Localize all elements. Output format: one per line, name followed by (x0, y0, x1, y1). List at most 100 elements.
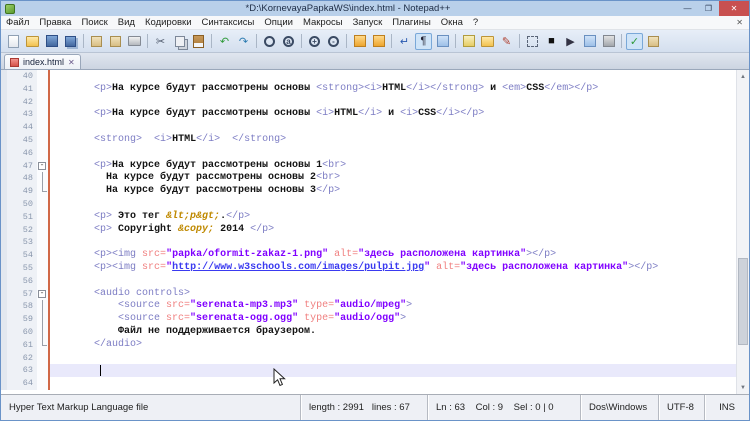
maximize-button[interactable]: ❐ (698, 1, 719, 16)
panel-icon[interactable] (645, 33, 662, 50)
paste-icon[interactable] (190, 33, 207, 50)
fold-margin[interactable] (37, 364, 48, 377)
line-number[interactable]: 45 (7, 134, 37, 147)
replace-icon[interactable]: a (280, 33, 297, 50)
code-line[interactable]: 57- <audio controls> (1, 288, 736, 301)
line-number[interactable]: 50 (7, 198, 37, 211)
record-macro-icon[interactable] (524, 33, 541, 50)
copy-icon[interactable] (171, 33, 188, 50)
show-all-chars-icon[interactable]: ¶ (415, 33, 432, 50)
menu-item-settings[interactable]: Опции (259, 16, 298, 29)
fold-margin[interactable] (37, 275, 48, 288)
code-line[interactable]: 53 (1, 236, 736, 249)
fold-margin[interactable] (37, 377, 48, 390)
menu-item-macro[interactable]: Макросы (298, 16, 348, 29)
code-text[interactable] (50, 198, 736, 211)
indent-guide-icon[interactable] (434, 33, 451, 50)
fold-margin[interactable] (37, 352, 48, 365)
fold-margin[interactable] (37, 198, 48, 211)
code-text[interactable]: На курсе будут рассмотрены основы 2<br> (50, 172, 736, 185)
code-line[interactable]: 50 (1, 198, 736, 211)
line-number[interactable]: 51 (7, 211, 37, 224)
line-number[interactable]: 63 (7, 364, 37, 377)
code-text[interactable]: <p><img src="papka/oformit-zakaz-1.png" … (50, 249, 736, 262)
menu-item-plugins[interactable]: Плагины (387, 16, 436, 29)
code-text[interactable]: <audio controls> (50, 288, 736, 301)
code-line[interactable]: 60 Файл не поддерживается браузером. (1, 326, 736, 339)
code-line[interactable]: 41 <p>На курсе будут рассмотрены основы … (1, 83, 736, 96)
line-number[interactable]: 48 (7, 172, 37, 185)
fold-margin[interactable]: - (37, 288, 48, 301)
zoom-out-icon[interactable]: - (325, 33, 342, 50)
fold-margin[interactable] (37, 326, 48, 339)
code-text[interactable]: <p> Copyright &copy; 2014 </p> (50, 224, 736, 237)
code-line[interactable]: 40 (1, 70, 736, 83)
save-macro-icon[interactable] (581, 33, 598, 50)
code-text[interactable] (50, 121, 736, 134)
code-line[interactable]: 56 (1, 275, 736, 288)
code-text[interactable] (50, 96, 736, 109)
code-text[interactable] (50, 275, 736, 288)
code-line[interactable]: 55 <p><img src="http://www.w3schools.com… (1, 262, 736, 275)
play-macro-icon[interactable]: ▶ (562, 33, 579, 50)
fold-margin[interactable] (37, 172, 48, 185)
code-line[interactable]: 51 <p> Это тег &lt;p&gt;.</p> (1, 211, 736, 224)
fold-margin[interactable] (37, 147, 48, 160)
fold-margin[interactable] (37, 313, 48, 326)
close-all-icon[interactable] (107, 33, 124, 50)
code-text[interactable] (50, 236, 736, 249)
line-number[interactable]: 58 (7, 300, 37, 313)
new-file-icon[interactable] (5, 33, 22, 50)
open-file-icon[interactable] (24, 33, 41, 50)
code-text[interactable] (50, 70, 736, 83)
line-number[interactable]: 57 (7, 288, 37, 301)
line-number[interactable]: 43 (7, 108, 37, 121)
menu-item-run[interactable]: Запуск (348, 16, 388, 29)
editor-area[interactable]: 4041 <p>На курсе будут рассмотрены основ… (1, 70, 749, 394)
line-number[interactable]: 41 (7, 83, 37, 96)
function-list-icon[interactable]: ✎ (498, 33, 515, 50)
line-number[interactable]: 52 (7, 224, 37, 237)
code-text[interactable]: На курсе будут рассмотрены основы 3</p> (50, 185, 736, 198)
menu-item-search[interactable]: Поиск (76, 16, 112, 29)
spell-check-icon[interactable]: ✓ (626, 33, 643, 50)
tab-close-icon[interactable]: ✕ (68, 58, 75, 67)
code-text[interactable]: </audio> (50, 339, 736, 352)
code-line[interactable]: 64 (1, 377, 736, 390)
code-line[interactable]: 46 (1, 147, 736, 160)
close-icon[interactable] (88, 33, 105, 50)
vertical-scrollbar[interactable]: ▲ ▼ (736, 70, 749, 394)
code-text[interactable] (50, 147, 736, 160)
code-text[interactable]: Файл не поддерживается браузером. (50, 326, 736, 339)
print-icon[interactable] (126, 33, 143, 50)
code-text[interactable]: <p>На курсе будут рассмотрены основы 1<b… (50, 160, 736, 173)
code-text[interactable]: <p><img src="http://www.w3schools.com/im… (50, 262, 736, 275)
line-number[interactable]: 54 (7, 249, 37, 262)
line-number[interactable]: 53 (7, 236, 37, 249)
fold-margin[interactable] (37, 211, 48, 224)
code-line[interactable]: 44 (1, 121, 736, 134)
line-number[interactable]: 62 (7, 352, 37, 365)
save-all-icon[interactable] (62, 33, 79, 50)
line-number[interactable]: 49 (7, 185, 37, 198)
sync-horizontal-icon[interactable] (370, 33, 387, 50)
fold-collapse-icon[interactable]: - (38, 290, 46, 298)
fold-margin[interactable] (37, 249, 48, 262)
line-number[interactable]: 60 (7, 326, 37, 339)
code-line[interactable]: 42 (1, 96, 736, 109)
line-number[interactable]: 44 (7, 121, 37, 134)
fold-collapse-icon[interactable]: - (38, 162, 46, 170)
menu-item-edit[interactable]: Правка (34, 16, 76, 29)
code-line[interactable]: 58 <source src="serenata-mp3.mp3" type="… (1, 300, 736, 313)
fold-margin[interactable] (37, 121, 48, 134)
fold-margin[interactable] (37, 83, 48, 96)
line-number[interactable]: 64 (7, 377, 37, 390)
fold-margin[interactable] (37, 185, 48, 198)
close-button[interactable]: ✕ (719, 1, 749, 16)
sync-vertical-icon[interactable] (351, 33, 368, 50)
code-text[interactable] (50, 377, 736, 390)
undo-icon[interactable]: ↶ (216, 33, 233, 50)
fold-margin[interactable] (37, 108, 48, 121)
run-macro-multiple-icon[interactable] (600, 33, 617, 50)
code-text[interactable] (50, 352, 736, 365)
